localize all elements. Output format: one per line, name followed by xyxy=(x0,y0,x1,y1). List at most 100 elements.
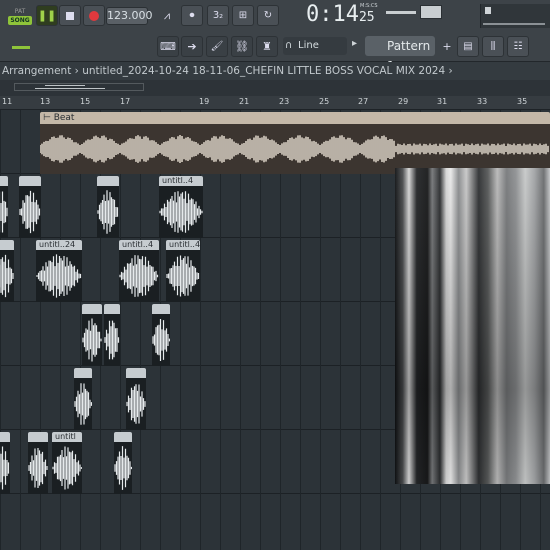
vocal-clip[interactable] xyxy=(0,432,10,494)
song-label: SONG xyxy=(8,16,32,25)
ruler-tick: 31 xyxy=(437,97,448,106)
vocal-clip[interactable] xyxy=(97,176,119,238)
snap-selector[interactable]: ∩ Line xyxy=(283,37,347,55)
vocal-clip-body xyxy=(82,314,102,366)
beat-clip-label: Beat xyxy=(53,113,75,123)
loop-record-button[interactable]: ↻ xyxy=(257,5,279,26)
vocal-clip-body xyxy=(19,186,41,238)
vocal-clip[interactable] xyxy=(126,368,146,430)
vocal-clip-body xyxy=(114,442,132,494)
vocal-clip[interactable] xyxy=(82,304,102,366)
vocal-clip-body xyxy=(74,378,92,430)
vocal-clip[interactable] xyxy=(0,176,8,238)
ruler-tick: 33 xyxy=(477,97,488,106)
vocal-clip-header xyxy=(19,176,41,186)
overview-window[interactable] xyxy=(14,83,144,91)
brush-button[interactable]: 🖌 xyxy=(206,36,228,57)
vocal-waveform-path xyxy=(0,254,14,298)
vocal-clip-header xyxy=(104,304,120,314)
vocal-clip[interactable] xyxy=(74,368,92,430)
vocal-clip[interactable]: untitl..4 xyxy=(166,240,200,302)
pause-button[interactable]: ❚❚ xyxy=(36,5,58,26)
vocal-clip[interactable] xyxy=(152,304,170,366)
stamp-button[interactable]: ♜ xyxy=(256,36,278,57)
pitch-icon: ⩘ xyxy=(163,8,171,22)
vocal-waveform-path xyxy=(126,384,146,424)
vocal-clip-header: untitl..4 xyxy=(166,240,200,250)
channel-rack-button[interactable]: ☷ xyxy=(507,36,529,57)
link-button[interactable]: ⛓ xyxy=(231,36,253,57)
vocal-clip-body xyxy=(119,250,159,302)
countdown-button[interactable]: 3₂ xyxy=(207,5,229,26)
tempo-display[interactable]: 123.000 xyxy=(106,7,153,25)
vocal-waveform-path xyxy=(119,255,159,297)
vocal-waveform-path xyxy=(152,319,170,361)
vocal-clip-header xyxy=(114,432,132,442)
link-icon: ⛓ xyxy=(235,40,249,53)
vocal-clip[interactable]: untitl xyxy=(52,432,82,494)
vocal-clip[interactable] xyxy=(0,240,14,302)
vocal-clip[interactable] xyxy=(28,432,48,494)
stop-button[interactable] xyxy=(59,5,81,26)
timeline-ruler[interactable]: 11 13 15 17 19 21 23 25 27 29 31 33 35 xyxy=(0,96,550,110)
vocal-waveform xyxy=(19,190,41,234)
vocal-clip-body xyxy=(152,314,170,366)
vocal-clip-header xyxy=(0,240,14,250)
wait-button[interactable]: ⏺ xyxy=(181,5,203,26)
cpu-monitor xyxy=(480,4,550,28)
mixer-button[interactable]: ⫼ xyxy=(482,36,504,57)
vocal-waveform-path xyxy=(0,191,8,233)
beat-clip[interactable]: ⊢ Beat xyxy=(40,112,550,174)
piano-roll-button[interactable]: ⌨ xyxy=(157,36,179,57)
vocal-clip-body xyxy=(159,186,203,238)
vocal-waveform xyxy=(126,384,146,424)
arrow-button[interactable]: ➔ xyxy=(181,36,203,57)
vocal-clip[interactable] xyxy=(19,176,41,238)
breadcrumb-title: Arrangement xyxy=(2,65,72,77)
countdown-icon: 3₂ xyxy=(212,10,224,21)
ruler-tick: 27 xyxy=(358,97,369,106)
vocal-waveform-path xyxy=(74,383,92,425)
vocal-waveform-path xyxy=(82,318,102,362)
pattern-prev-icon[interactable]: ▸ xyxy=(352,38,357,49)
vocal-clip-body xyxy=(52,442,82,494)
breadcrumb-end: › xyxy=(448,65,453,77)
vocal-waveform xyxy=(0,254,14,298)
record-icon xyxy=(89,10,99,21)
playlist-button[interactable]: ▤ xyxy=(457,36,479,57)
vocal-clip-header xyxy=(82,304,102,314)
time-sub: 25 xyxy=(358,10,375,25)
vocal-waveform-path xyxy=(19,190,41,234)
metronome-button[interactable]: ⩘ xyxy=(156,5,178,26)
record-button[interactable] xyxy=(83,5,105,26)
vocal-waveform xyxy=(52,446,82,490)
beat-clip-body xyxy=(40,124,550,174)
ruler-tick: 19 xyxy=(199,97,210,106)
vocal-clip[interactable]: untitl..4 xyxy=(159,176,203,238)
master-volume-knob[interactable] xyxy=(420,5,442,19)
vocal-clip-header: untitl..24 xyxy=(36,240,82,250)
step-edit-button[interactable]: ⊞ xyxy=(232,5,254,26)
vocal-clip[interactable] xyxy=(104,304,120,366)
video-preview xyxy=(395,168,550,484)
vocal-waveform xyxy=(104,320,120,360)
pattern-selector[interactable]: Pattern 1 xyxy=(365,36,435,73)
stamp-icon: ♜ xyxy=(262,40,272,53)
vocal-clip-header xyxy=(152,304,170,314)
master-volume-slider[interactable] xyxy=(386,11,416,14)
vocal-waveform xyxy=(114,446,132,490)
vocal-clip[interactable] xyxy=(114,432,132,494)
beat-clip-header: ⊢ Beat xyxy=(40,112,550,124)
vocal-clip-body xyxy=(0,442,10,494)
vocal-clip[interactable]: untitl..4 xyxy=(119,240,159,302)
add-pattern-button[interactable]: + xyxy=(436,36,458,57)
vocal-clip-body xyxy=(97,186,119,238)
step-edit-icon: ⊞ xyxy=(238,10,248,21)
snap-label: Line xyxy=(298,40,319,51)
vocal-clip-header xyxy=(74,368,92,378)
vocal-waveform xyxy=(82,318,102,362)
vocal-clip[interactable]: untitl..24 xyxy=(36,240,82,302)
pat-song-toggle[interactable]: PAT SONG xyxy=(8,7,32,27)
pitch-slider[interactable] xyxy=(12,46,30,49)
playlist-overview[interactable] xyxy=(0,80,550,96)
